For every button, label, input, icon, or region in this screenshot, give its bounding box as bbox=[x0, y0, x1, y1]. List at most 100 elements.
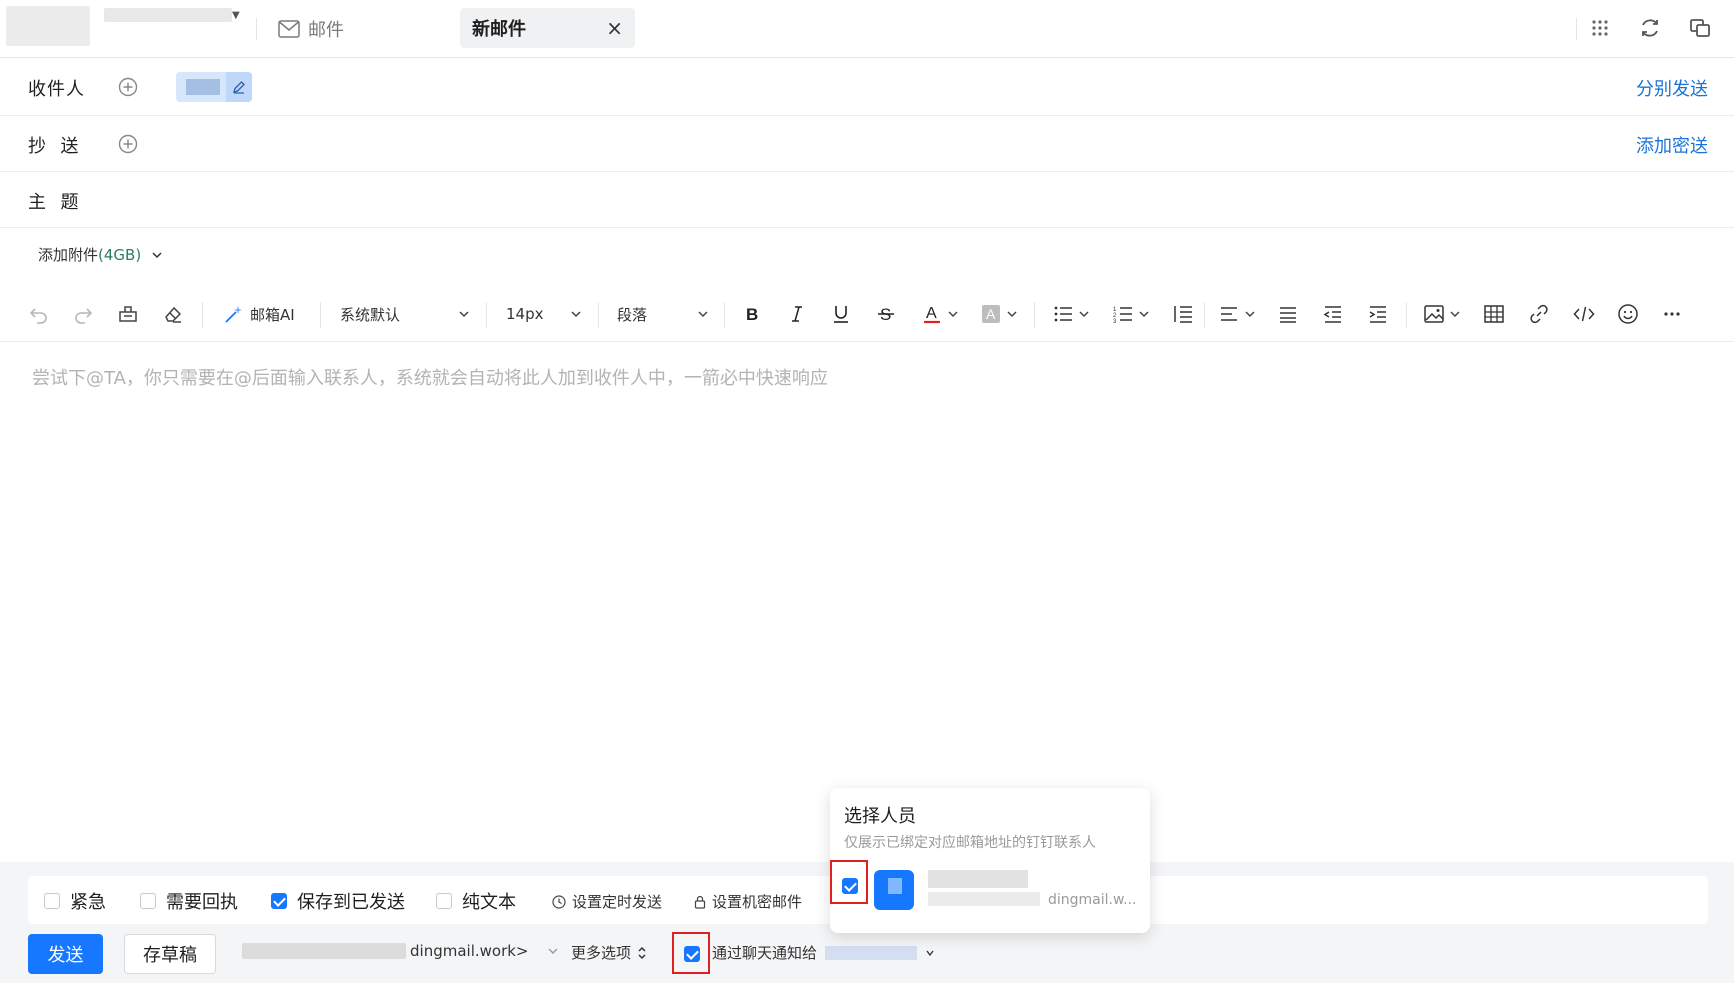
insert-table-button[interactable] bbox=[1483, 286, 1505, 342]
paragraph-value: 段落 bbox=[617, 305, 648, 324]
italic-button[interactable] bbox=[786, 286, 808, 342]
person-email: dingmail.w... bbox=[1048, 892, 1137, 908]
account-name-blurred[interactable] bbox=[104, 8, 232, 22]
eraser-icon bbox=[165, 306, 182, 323]
bold-button[interactable]: B bbox=[741, 286, 763, 342]
account-avatar-blurred[interactable] bbox=[6, 6, 90, 46]
schedule-send-button[interactable]: 设置定时发送 bbox=[552, 891, 662, 912]
justify-icon bbox=[1280, 307, 1296, 323]
image-icon bbox=[1424, 305, 1444, 323]
save-sent-label: 保存到已发送 bbox=[297, 892, 405, 913]
more-tools-button[interactable] bbox=[1661, 286, 1683, 342]
recipient-name-blurred bbox=[186, 79, 220, 95]
font-color-button[interactable]: A bbox=[921, 286, 959, 342]
insert-link-button[interactable] bbox=[1528, 286, 1550, 342]
indent-button[interactable] bbox=[1367, 286, 1389, 342]
apps-grid-icon[interactable] bbox=[1588, 16, 1612, 40]
emoji-button[interactable] bbox=[1617, 286, 1639, 342]
save-sent-option[interactable]: 保存到已发送 bbox=[271, 888, 405, 914]
add-recipient-icon[interactable] bbox=[118, 77, 138, 97]
chevron-down-icon bbox=[548, 948, 557, 954]
underline-button[interactable] bbox=[830, 286, 852, 342]
outdent-button[interactable] bbox=[1322, 286, 1344, 342]
notify-chat-option[interactable]: 通过聊天通知给 bbox=[712, 942, 935, 963]
save-sent-checkbox[interactable] bbox=[271, 893, 287, 909]
edit-recipient-button[interactable] bbox=[226, 72, 252, 102]
italic-icon bbox=[792, 306, 802, 322]
cc-row: 抄 送 添加密送 bbox=[0, 116, 1734, 172]
send-separately-link[interactable]: 分别发送 bbox=[1636, 75, 1708, 101]
receipt-label: 需要回执 bbox=[166, 892, 238, 913]
tab-mail-label: 邮件 bbox=[308, 20, 344, 41]
divider bbox=[1576, 18, 1577, 40]
link-icon bbox=[1530, 304, 1548, 324]
insert-image-button[interactable] bbox=[1423, 286, 1461, 342]
more-icon bbox=[1664, 312, 1680, 316]
plain-text-option[interactable]: 纯文本 bbox=[436, 888, 516, 914]
chevron-down-icon bbox=[459, 311, 469, 318]
confidential-button[interactable]: 设置机密邮件 bbox=[694, 891, 802, 912]
background-color-button[interactable]: A bbox=[980, 286, 1018, 342]
chevron-down-icon bbox=[152, 251, 162, 258]
popover-subtitle: 仅展示已绑定对应邮箱地址的钉钉联系人 bbox=[844, 835, 1096, 851]
font-family-select[interactable]: 系统默认 bbox=[340, 286, 470, 342]
receipt-checkbox[interactable] bbox=[140, 893, 156, 909]
svg-text:A: A bbox=[926, 305, 937, 322]
divider bbox=[256, 18, 257, 40]
editor-body[interactable]: 尝试下@TA，你只需要在@后面输入联系人，系统就会自动将此人加到收件人中，一箭必… bbox=[32, 364, 828, 390]
align-button[interactable] bbox=[1218, 286, 1256, 342]
sender-select[interactable]: dingmail.work> bbox=[242, 942, 559, 960]
urgent-option[interactable]: 紧急 bbox=[44, 888, 106, 914]
undo-button[interactable] bbox=[28, 286, 50, 342]
close-icon[interactable]: × bbox=[606, 16, 623, 40]
chevron-down-icon bbox=[926, 950, 934, 956]
numbered-list-button[interactable]: 123 bbox=[1112, 286, 1150, 342]
font-color-icon: A bbox=[924, 305, 940, 324]
add-cc-icon[interactable] bbox=[118, 134, 138, 154]
font-size-select[interactable]: 14px bbox=[506, 286, 582, 342]
receipt-option[interactable]: 需要回执 bbox=[140, 888, 238, 914]
add-attachment-button[interactable]: 添加附件(4GB) bbox=[38, 244, 163, 265]
more-options-button[interactable]: 更多选项 bbox=[571, 942, 647, 963]
line-height-icon bbox=[1174, 306, 1192, 323]
subject-row[interactable]: 主 题 bbox=[0, 172, 1734, 228]
select-person-popover: 选择人员 仅展示已绑定对应邮箱地址的钉钉联系人 dingmail.w... bbox=[830, 788, 1150, 933]
pencil-icon bbox=[233, 81, 245, 94]
notify-chat-checkbox[interactable] bbox=[684, 946, 700, 962]
svg-text:3: 3 bbox=[1113, 319, 1117, 325]
to-label: 收件人 bbox=[28, 79, 85, 100]
confidential-label: 设置机密邮件 bbox=[712, 893, 803, 911]
bold-icon: B bbox=[746, 305, 758, 324]
underline-icon bbox=[834, 306, 848, 323]
mail-icon bbox=[278, 20, 300, 38]
divider bbox=[320, 302, 321, 328]
line-height-button[interactable] bbox=[1172, 286, 1194, 342]
clear-format-button[interactable] bbox=[162, 286, 184, 342]
send-button[interactable]: 发送 bbox=[28, 934, 103, 974]
outdent-icon bbox=[1323, 306, 1341, 323]
plain-text-checkbox[interactable] bbox=[436, 893, 452, 909]
account-dropdown-icon[interactable]: ▼ bbox=[232, 10, 240, 21]
tab-mail[interactable]: 邮件 bbox=[278, 14, 344, 44]
svg-text:B: B bbox=[746, 305, 758, 324]
align-left-icon bbox=[1221, 307, 1237, 321]
strikethrough-button[interactable]: S bbox=[875, 286, 897, 342]
switch-window-icon[interactable] bbox=[1688, 16, 1712, 40]
format-painter-button[interactable] bbox=[117, 286, 139, 342]
save-draft-button[interactable]: 存草稿 bbox=[124, 934, 216, 974]
undo-icon bbox=[29, 308, 47, 324]
code-button[interactable] bbox=[1573, 286, 1595, 342]
refresh-icon[interactable] bbox=[1638, 16, 1662, 40]
urgent-checkbox[interactable] bbox=[44, 893, 60, 909]
attach-text: 添加附件 bbox=[38, 246, 99, 264]
justify-button[interactable] bbox=[1277, 286, 1299, 342]
add-bcc-link[interactable]: 添加密送 bbox=[1636, 132, 1708, 158]
bullet-list-button[interactable] bbox=[1052, 286, 1090, 342]
mail-ai-button[interactable]: 邮箱AI bbox=[222, 286, 295, 342]
recipient-chip[interactable] bbox=[176, 72, 252, 102]
redo-button[interactable] bbox=[72, 286, 94, 342]
popover-title: 选择人员 bbox=[844, 806, 916, 827]
tab-new-mail[interactable]: 新邮件 × bbox=[460, 8, 635, 48]
person-checkbox[interactable] bbox=[842, 878, 858, 894]
paragraph-select[interactable]: 段落 bbox=[617, 286, 709, 342]
